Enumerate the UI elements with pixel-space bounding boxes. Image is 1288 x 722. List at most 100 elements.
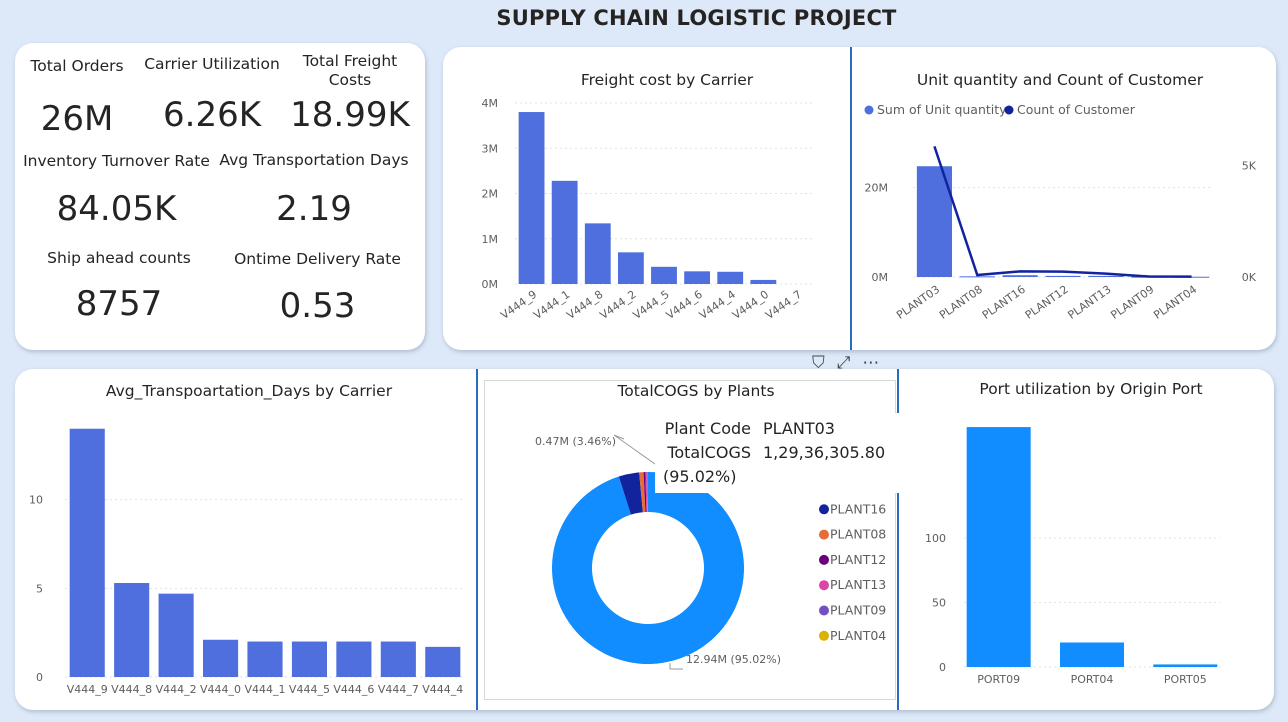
bar — [380, 641, 416, 677]
dashboard-title: SUPPLY CHAIN LOGISTIC PROJECT — [496, 6, 897, 30]
tooltip-value-plant: PLANT03 — [763, 419, 835, 438]
filter-icon[interactable]: ⛉ — [812, 353, 825, 373]
ship-ahead-value: 8757 — [75, 284, 163, 324]
y-tick-label: 0M — [872, 271, 889, 284]
carrier-utilization-label: Carrier Utilization — [144, 55, 280, 73]
bar — [617, 252, 644, 284]
x-tick-label: PLANT13 — [1066, 283, 1114, 322]
y-tick-label: 0 — [36, 671, 43, 684]
ontime-delivery-value: 0.53 — [279, 286, 356, 326]
y-tick-label: 10 — [29, 494, 43, 507]
bar — [651, 266, 677, 284]
bar — [158, 593, 194, 677]
x-tick-label: V444_0 — [730, 288, 771, 322]
x-tick-label: V444_7 — [378, 683, 419, 696]
series-line — [933, 145, 1192, 278]
bar — [1045, 275, 1081, 277]
unit-quantity-chart: Unit quantity and Count of Customer Sum o… — [864, 71, 1257, 322]
focus-mode-icon[interactable]: ⤢ — [837, 353, 851, 373]
port-utilization-chart: Port utilization by Origin Port 0 50 100 POR… — [925, 380, 1220, 686]
legend-label: Sum of Unit quantity — [877, 102, 1007, 117]
legend-label: PLANT09 — [830, 603, 886, 618]
x-tick-label: PLANT09 — [1108, 283, 1156, 322]
x-tick-label: PLANT12 — [1023, 283, 1071, 322]
bar — [518, 112, 545, 284]
ontime-delivery-label: Ontime Delivery Rate — [234, 250, 401, 268]
legend-label: Count of Customer — [1017, 102, 1136, 117]
bar — [69, 428, 105, 677]
y-tick-label: 100 — [925, 532, 946, 545]
y-tick-label: 0M — [482, 278, 499, 291]
visual-header-icons: ⛉ ⤢ ⋯ — [812, 353, 891, 373]
y-tick-label: 5 — [36, 582, 43, 595]
bar — [584, 223, 611, 284]
x-tick-label: V444_5 — [289, 683, 330, 696]
data-label: 12.94M (95.02%) — [686, 653, 781, 666]
y-tick-label: 3M — [482, 142, 499, 155]
carrier-utilization-value: 6.26K — [163, 95, 261, 135]
chart-title: Freight cost by Carrier — [581, 71, 754, 89]
bar — [425, 646, 461, 677]
x-tick-label: PLANT03 — [894, 283, 942, 322]
bar — [203, 639, 239, 677]
bottom-chart-separator-left — [476, 369, 478, 710]
total-orders-value: 26M — [40, 99, 114, 139]
bar — [247, 641, 283, 677]
legend-marker — [819, 605, 829, 616]
bar — [551, 180, 578, 284]
x-tick-label: V444_8 — [564, 288, 605, 322]
total-freight-costs-label: Total Freight Costs — [302, 52, 398, 89]
legend-marker — [819, 554, 829, 565]
kpi-card: Total Orders 26M Carrier Utilization 6.2… — [15, 43, 425, 350]
avg-transport-days-value: 2.19 — [276, 189, 352, 229]
x-tick-label: PLANT08 — [937, 283, 985, 322]
x-tick-label: V444_9 — [67, 683, 108, 696]
data-label: 0.47M (3.46%) — [535, 435, 616, 448]
x-tick-label: PLANT04 — [1151, 283, 1199, 322]
chart-title: Unit quantity and Count of Customer — [917, 71, 1204, 89]
legend-label: PLANT08 — [830, 527, 886, 542]
x-tick-label: V444_7 — [763, 288, 804, 322]
total-orders-label: Total Orders — [30, 57, 124, 75]
chart-title: TotalCOGS by Plants — [616, 382, 774, 400]
x-tick-label: V444_1 — [244, 683, 285, 696]
x-tick-label: V444_4 — [422, 683, 463, 696]
data-label-leader — [669, 663, 683, 670]
x-tick-label: V444_2 — [156, 683, 197, 696]
x-tick-label: V444_6 — [664, 288, 705, 322]
total-freight-costs-value: 18.99K — [290, 95, 410, 135]
bar — [717, 271, 744, 284]
legend-marker — [819, 529, 829, 540]
x-tick-label: PORT05 — [1164, 673, 1207, 686]
bar — [1153, 664, 1218, 667]
freight-cost-chart: Freight cost by Carrier0M1M2M3M4MV444_9V… — [482, 71, 813, 322]
legend-label: PLANT12 — [830, 552, 886, 567]
chart-tooltip: Plant Code PLANT03 TotalCOGS 1,29,36,305.8… — [655, 413, 937, 493]
legend-marker — [819, 504, 829, 515]
legend-label: PLANT16 — [830, 501, 886, 516]
avg-transport-days-chart: Avg_Transpoartation_Days by Carrier 0 5 10 V… — [29, 382, 465, 696]
x-tick-label: PORT09 — [977, 673, 1020, 686]
x-tick-label: PORT04 — [1071, 673, 1114, 686]
y-tick-label: 1M — [482, 233, 499, 246]
y-tick-label: 50 — [932, 597, 946, 610]
x-tick-label: V444_2 — [598, 288, 639, 322]
legend-label: PLANT13 — [830, 577, 886, 592]
legend-marker — [819, 580, 829, 591]
x-tick-label: V444_6 — [333, 683, 374, 696]
bar — [1060, 642, 1124, 667]
bar — [750, 279, 777, 284]
more-options-icon[interactable]: ⋯ — [862, 353, 879, 373]
bar — [966, 427, 1031, 667]
x-tick-label: V444_8 — [111, 683, 152, 696]
x-tick-label: V444_5 — [631, 288, 672, 322]
bar — [336, 641, 372, 677]
legend-label: PLANT04 — [830, 628, 886, 643]
y-tick-label: 2M — [482, 188, 499, 201]
inventory-turnover-label: Inventory Turnover Rate — [23, 152, 210, 170]
y-tick-label: 0 — [939, 661, 946, 674]
chart-title: Port utilization by Origin Port — [979, 380, 1202, 398]
bar — [291, 641, 327, 677]
bar — [1002, 275, 1038, 277]
legend-marker — [1004, 105, 1014, 115]
